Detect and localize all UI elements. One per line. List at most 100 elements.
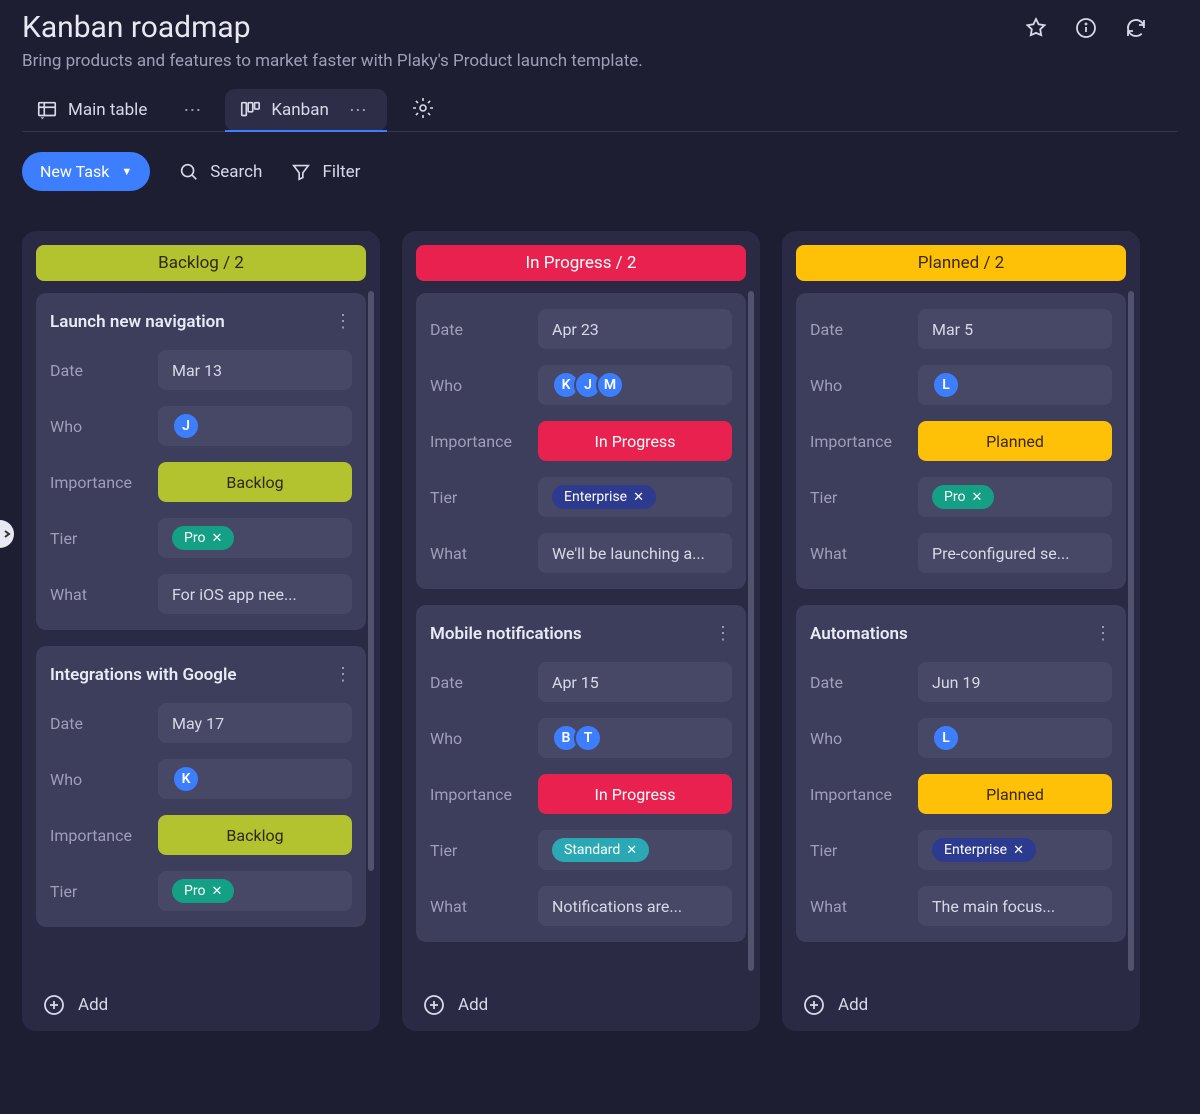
card[interactable]: DateMar 5WhoLImportancePlannedTierPro✕Wh… [796, 293, 1126, 589]
tier-badge[interactable]: Standard✕ [552, 838, 649, 862]
field-value[interactable]: Mar 5 [918, 309, 1112, 349]
remove-tag-icon[interactable]: ✕ [971, 490, 982, 505]
tier-field-value[interactable]: Pro✕ [158, 518, 352, 558]
field-value[interactable]: May 17 [158, 703, 352, 743]
tier-field-row: TierEnterprise✕ [416, 469, 746, 525]
field-label: Who [430, 729, 538, 748]
tier-field-value[interactable]: Pro✕ [918, 477, 1112, 517]
add-card-button[interactable]: Add [782, 977, 1140, 1017]
refresh-icon[interactable] [1124, 16, 1148, 44]
tier-badge[interactable]: Enterprise✕ [552, 485, 656, 509]
tier-field-value[interactable]: Standard✕ [538, 830, 732, 870]
field-label: Tier [810, 841, 918, 860]
add-card-button[interactable]: Add [402, 977, 760, 1017]
importance-field-row: ImportanceIn Progress [416, 413, 746, 469]
tier-badge[interactable]: Pro✕ [172, 526, 234, 550]
who-field-value[interactable]: J [158, 406, 352, 446]
importance-field-row: ImportanceIn Progress [416, 766, 746, 822]
remove-tag-icon[interactable]: ✕ [211, 531, 222, 546]
importance-pill[interactable]: In Progress [538, 421, 732, 461]
scrollbar[interactable] [368, 291, 374, 971]
tier-field-value[interactable]: Enterprise✕ [918, 830, 1112, 870]
field-value[interactable]: Apr 23 [538, 309, 732, 349]
field-value[interactable]: Notifications are... [538, 886, 732, 926]
importance-field-row: ImportancePlanned [796, 413, 1126, 469]
tab-main-table[interactable]: Main table [22, 89, 161, 131]
info-icon[interactable] [1074, 16, 1098, 44]
tier-field-value[interactable]: Enterprise✕ [538, 477, 732, 517]
field-value[interactable]: Apr 15 [538, 662, 732, 702]
field-value[interactable]: The main focus... [918, 886, 1112, 926]
settings-icon[interactable] [411, 96, 435, 124]
who-field-value[interactable]: KJM [538, 365, 732, 405]
importance-pill[interactable]: Backlog [158, 815, 352, 855]
importance-pill[interactable]: Backlog [158, 462, 352, 502]
column-header[interactable]: In Progress / 2 [416, 245, 746, 281]
who-field-value[interactable]: K [158, 759, 352, 799]
date-field-row: DateApr 15 [416, 654, 746, 710]
tab-kanban-label: Kanban [271, 100, 328, 120]
tier-badge[interactable]: Pro✕ [932, 485, 994, 509]
add-card-button[interactable]: Add [22, 977, 380, 1017]
importance-pill[interactable]: In Progress [538, 774, 732, 814]
importance-pill[interactable]: Planned [918, 421, 1112, 461]
importance-field-row: ImportanceBacklog [36, 454, 366, 510]
who-field-value[interactable]: L [918, 718, 1112, 758]
field-label: Importance [50, 826, 158, 845]
remove-tag-icon[interactable]: ✕ [633, 490, 644, 505]
field-label: Date [810, 320, 918, 339]
tier-field-row: TierStandard✕ [416, 822, 746, 878]
tier-field-row: Tier Enterprise✕ [796, 822, 1126, 878]
star-icon[interactable] [1024, 16, 1048, 44]
field-label: Date [810, 673, 918, 692]
tab-kanban-menu[interactable]: ⋯ [345, 100, 373, 121]
field-value[interactable]: Pre-configured se... [918, 533, 1112, 573]
avatar[interactable]: L [932, 371, 960, 399]
card-title: Launch new navigation [50, 312, 225, 332]
new-task-button[interactable]: New Task ▼ [22, 152, 150, 191]
filter-label: Filter [322, 162, 360, 182]
who-field-row: WhoBT [416, 710, 746, 766]
remove-tag-icon[interactable]: ✕ [626, 843, 637, 858]
avatar[interactable]: M [596, 371, 624, 399]
tab-kanban[interactable]: Kanban ⋯ [225, 89, 386, 131]
field-value[interactable]: For iOS app nee... [158, 574, 352, 614]
add-label: Add [78, 995, 108, 1015]
tier-field-value[interactable]: Pro✕ [158, 871, 352, 911]
card[interactable]: Automations⋮DateJun 19WhoLImportancePlan… [796, 605, 1126, 942]
who-field-row: WhoJ [36, 398, 366, 454]
card[interactable]: DateApr 23WhoKJMImportanceIn ProgressTie… [416, 293, 746, 589]
column-header[interactable]: Backlog / 2 [36, 245, 366, 281]
scrollbar[interactable] [1128, 291, 1134, 971]
card-menu-icon[interactable]: ⋮ [714, 623, 732, 644]
avatar[interactable]: J [172, 412, 200, 440]
filter-button[interactable]: Filter [290, 161, 360, 183]
field-value[interactable]: We'll be launching a... [538, 533, 732, 573]
who-field-value[interactable]: L [918, 365, 1112, 405]
avatar[interactable]: K [172, 765, 200, 793]
who-field-value[interactable]: BT [538, 718, 732, 758]
card[interactable]: Mobile notifications⋮DateApr 15WhoBTImpo… [416, 605, 746, 942]
tab-main-table-menu[interactable]: ⋯ [179, 100, 207, 121]
field-value[interactable]: Mar 13 [158, 350, 352, 390]
tier-badge[interactable]: Enterprise✕ [932, 838, 1036, 862]
remove-tag-icon[interactable]: ✕ [211, 884, 222, 899]
tier-badge[interactable]: Pro✕ [172, 879, 234, 903]
avatar[interactable]: L [932, 724, 960, 752]
column-header[interactable]: Planned / 2 [796, 245, 1126, 281]
avatar[interactable]: T [574, 724, 602, 752]
importance-pill[interactable]: Planned [918, 774, 1112, 814]
scrollbar[interactable] [748, 291, 754, 971]
field-value[interactable]: Jun 19 [918, 662, 1112, 702]
remove-tag-icon[interactable]: ✕ [1013, 843, 1024, 858]
field-label: What [430, 544, 538, 563]
card-menu-icon[interactable]: ⋮ [1094, 623, 1112, 644]
card-menu-icon[interactable]: ⋮ [334, 311, 352, 332]
search-button[interactable]: Search [178, 161, 262, 183]
card-title: Mobile notifications [430, 624, 582, 644]
date-field-row: DateMar 13 [36, 342, 366, 398]
card[interactable]: Launch new navigation ⋮ DateMar 13WhoJImpo… [36, 293, 366, 630]
tab-main-table-label: Main table [68, 100, 147, 120]
card[interactable]: Integrations with Google⋮DateMay 17WhoKI… [36, 646, 366, 927]
card-menu-icon[interactable]: ⋮ [334, 664, 352, 685]
